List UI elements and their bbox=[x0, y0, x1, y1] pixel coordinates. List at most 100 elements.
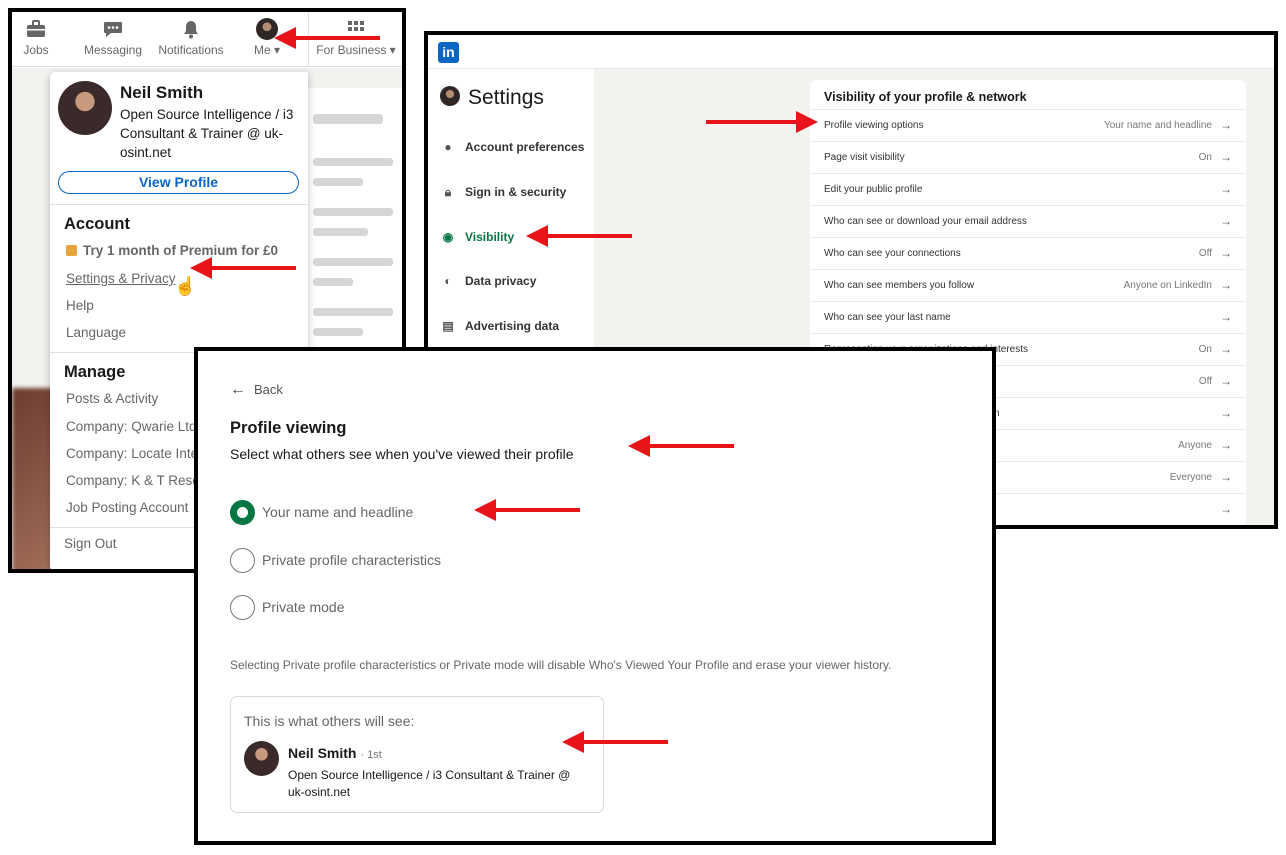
radio-button[interactable] bbox=[230, 595, 255, 620]
nav-notifications-label: Notifications bbox=[158, 43, 224, 57]
row-label: Profile viewing options bbox=[824, 120, 924, 131]
arrow-right-icon: → bbox=[1220, 118, 1232, 132]
arrow-right-icon: → bbox=[1220, 278, 1232, 292]
company-page-link[interactable]: Company: Qwarie Ltd bbox=[66, 419, 197, 434]
privacy-note: Selecting Private profile characteristic… bbox=[230, 658, 892, 672]
row-value: Anyone on LinkedIn bbox=[1123, 280, 1212, 291]
settings-privacy-link[interactable]: Settings & Privacy bbox=[66, 271, 176, 286]
sidebar-item-label: Account preferences bbox=[465, 140, 585, 154]
sign-out-link[interactable]: Sign Out bbox=[64, 536, 117, 551]
language-link[interactable]: Language bbox=[66, 325, 126, 340]
radio-button-selected[interactable] bbox=[230, 500, 255, 525]
arrow-right-icon: → bbox=[1220, 150, 1232, 164]
arrow-right-icon: → bbox=[1220, 310, 1232, 324]
connection-degree: · 1st bbox=[360, 749, 382, 761]
sidebar-item-label: Sign in & security bbox=[465, 185, 567, 199]
preview-title: This is what others will see: bbox=[244, 713, 415, 729]
arrow-right-icon: → bbox=[1220, 342, 1232, 356]
settings-row[interactable]: Page visit visibility On → bbox=[810, 141, 1246, 173]
company-page-link[interactable]: Company: K & T Resea bbox=[66, 473, 207, 488]
eye-icon: ◉ bbox=[442, 230, 454, 244]
preview-name: Neil Smith · 1st bbox=[288, 745, 382, 761]
settings-title: Settings bbox=[468, 86, 544, 109]
manage-heading: Manage bbox=[64, 363, 126, 381]
settings-topbar: in bbox=[428, 35, 1274, 69]
back-button[interactable]: ← Back bbox=[230, 381, 283, 399]
annotation-arrow bbox=[562, 731, 668, 753]
arrow-right-icon: → bbox=[1220, 438, 1232, 452]
linkedin-logo[interactable]: in bbox=[438, 42, 459, 63]
row-value: Off bbox=[1198, 376, 1212, 387]
sidebar-item-sign-in-security[interactable]: 🔒︎ Sign in & security bbox=[442, 185, 567, 200]
settings-row[interactable]: Edit your public profile → bbox=[810, 173, 1246, 205]
nav-jobs[interactable]: Jobs bbox=[14, 18, 58, 57]
nav-me-label: Me bbox=[253, 43, 271, 57]
row-label: Who can see members you follow bbox=[824, 280, 975, 291]
sidebar-item-label: Data privacy bbox=[465, 274, 537, 288]
annotation-arrow bbox=[706, 111, 818, 133]
sidebar-item-label: Visibility bbox=[465, 230, 515, 244]
annotation-arrow bbox=[474, 499, 580, 521]
sidebar-item-label: Advertising data bbox=[465, 319, 560, 333]
profile-avatar bbox=[58, 81, 112, 135]
arrow-left-icon: ← bbox=[230, 381, 246, 398]
settings-row[interactable]: Who can see or download your email addre… bbox=[810, 205, 1246, 237]
option-label: Your name and headline bbox=[262, 504, 414, 520]
briefcase-icon bbox=[27, 20, 45, 37]
sidebar-item-account-preferences[interactable]: ● Account preferences bbox=[442, 140, 584, 154]
arrow-right-icon: → bbox=[1220, 246, 1232, 260]
radio-button[interactable] bbox=[230, 548, 255, 573]
ad-icon: ▤ bbox=[442, 319, 454, 333]
row-value: Your name and headline bbox=[1103, 120, 1212, 131]
row-value: Anyone bbox=[1178, 440, 1212, 451]
option-label: Private profile characteristics bbox=[262, 552, 441, 568]
annotation-arrow bbox=[190, 257, 296, 279]
job-posting-link[interactable]: Job Posting Account bbox=[66, 500, 188, 515]
arrow-right-icon: → bbox=[1220, 182, 1232, 196]
avatar bbox=[440, 86, 460, 106]
sidebar-item-data-privacy[interactable]: ◐ Data privacy bbox=[442, 274, 536, 288]
settings-row[interactable]: Who can see your connections Off → bbox=[810, 237, 1246, 269]
row-label: Who can see your connections bbox=[824, 248, 961, 259]
annotation-arrow bbox=[628, 435, 734, 457]
premium-icon bbox=[66, 245, 77, 256]
row-label: Edit your public profile bbox=[824, 184, 923, 195]
lock-icon: 🔒︎ bbox=[444, 185, 452, 199]
annotation-arrow bbox=[526, 225, 632, 247]
back-label: Back bbox=[254, 382, 283, 397]
divider bbox=[50, 204, 308, 205]
page-subtitle: Select what others see when you've viewe… bbox=[230, 446, 574, 462]
person-icon: ● bbox=[444, 140, 452, 154]
nav-jobs-label: Jobs bbox=[23, 43, 49, 57]
row-value: Off bbox=[1198, 248, 1212, 259]
profile-headline: Open Source Intelligence / i3 Consultant… bbox=[120, 107, 294, 160]
profile-viewing-screenshot: ← Back Profile viewing Select what others… bbox=[194, 347, 996, 845]
nav-notifications[interactable]: Notifications bbox=[155, 18, 227, 57]
arrow-right-icon: → bbox=[1220, 214, 1232, 228]
row-value: On bbox=[1198, 344, 1212, 355]
preview-card: This is what others will see: Neil Smith… bbox=[230, 696, 604, 813]
bell-icon bbox=[184, 21, 198, 39]
help-link[interactable]: Help bbox=[66, 298, 94, 313]
sidebar-item-advertising-data[interactable]: ▤ Advertising data bbox=[442, 319, 559, 333]
profile-name: Neil Smith bbox=[120, 83, 204, 102]
settings-row[interactable]: Profile viewing options Your name and hea… bbox=[810, 109, 1246, 141]
blurred-card bbox=[307, 88, 402, 388]
avatar bbox=[244, 741, 279, 776]
account-heading: Account bbox=[64, 215, 130, 233]
settings-row[interactable]: Who can see your last name → bbox=[810, 301, 1246, 333]
nav-messaging-label: Messaging bbox=[83, 43, 143, 57]
company-page-link[interactable]: Company: Locate Inte bbox=[66, 446, 198, 461]
nav-messaging[interactable]: Messaging bbox=[82, 18, 144, 57]
preview-name-text: Neil Smith bbox=[288, 745, 357, 761]
posts-activity-link[interactable]: Posts & Activity bbox=[66, 391, 158, 406]
arrow-right-icon: → bbox=[1220, 406, 1232, 420]
profile-viewing-page: ← Back Profile viewing Select what others… bbox=[198, 351, 992, 841]
arrow-right-icon: → bbox=[1220, 470, 1232, 484]
caret-down-icon: ▾ bbox=[386, 43, 396, 57]
option-label: Private mode bbox=[262, 599, 345, 615]
sidebar-item-visibility[interactable]: ◉ Visibility bbox=[442, 230, 514, 244]
settings-row[interactable]: Who can see members you follow Anyone on … bbox=[810, 269, 1246, 301]
chat-icon bbox=[104, 22, 122, 37]
view-profile-button[interactable]: View Profile bbox=[58, 171, 299, 194]
